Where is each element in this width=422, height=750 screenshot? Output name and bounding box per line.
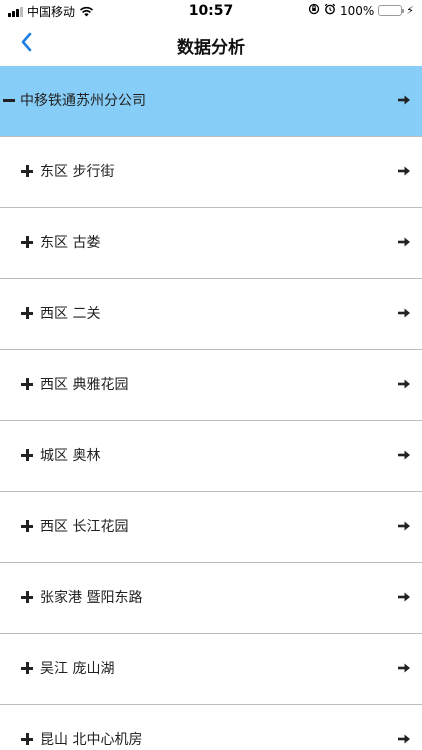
- alarm-icon: [324, 3, 336, 18]
- tree-row[interactable]: 西区 二关: [0, 279, 422, 350]
- plus-icon[interactable]: [20, 235, 34, 249]
- tree-row-label: 西区 长江花园: [40, 519, 129, 535]
- arrow-right-icon: [398, 379, 410, 389]
- tree-row[interactable]: 西区 长江花园: [0, 492, 422, 563]
- arrow-right-icon: [398, 592, 410, 602]
- minus-icon[interactable]: [2, 93, 16, 107]
- tree-row-label: 东区 步行街: [40, 164, 115, 180]
- arrow-right-icon: [398, 734, 410, 744]
- plus-icon[interactable]: [20, 448, 34, 462]
- plus-icon[interactable]: [20, 377, 34, 391]
- arrow-right-icon: [398, 521, 410, 531]
- tree-row[interactable]: 东区 步行街: [0, 137, 422, 208]
- tree-row[interactable]: 城区 奥林: [0, 421, 422, 492]
- tree-row-label: 西区 二关: [40, 306, 101, 322]
- tree-list: 中移铁通苏州分公司 东区 步行街 东区 古娄 西区 二关 西区 典雅花园 城区 …: [0, 66, 422, 750]
- plus-icon[interactable]: [20, 732, 34, 746]
- tree-row-label: 中移铁通苏州分公司: [20, 93, 146, 109]
- tree-row[interactable]: 昆山 北中心机房: [0, 705, 422, 750]
- tree-row-label: 吴江 庞山湖: [40, 661, 115, 677]
- arrow-right-icon: [398, 166, 410, 176]
- plus-icon[interactable]: [20, 519, 34, 533]
- tree-row-label: 昆山 北中心机房: [40, 732, 143, 748]
- tree-row[interactable]: 吴江 庞山湖: [0, 634, 422, 705]
- orientation-lock-icon: [308, 3, 320, 18]
- tree-row-label: 城区 奥林: [40, 448, 101, 464]
- arrow-right-icon: [398, 450, 410, 460]
- tree-row[interactable]: 张家港 暨阳东路: [0, 563, 422, 634]
- arrow-right-icon: [398, 308, 410, 318]
- status-right: 100% ⚡: [308, 3, 414, 18]
- arrow-right-icon: [398, 95, 410, 105]
- battery-icon: [378, 5, 405, 16]
- nav-bar: 数据分析: [0, 22, 422, 66]
- plus-icon[interactable]: [20, 661, 34, 675]
- arrow-right-icon: [398, 663, 410, 673]
- arrow-right-icon: [398, 237, 410, 247]
- tree-row[interactable]: 东区 古娄: [0, 208, 422, 279]
- tree-row-label: 张家港 暨阳东路: [40, 590, 143, 606]
- plus-icon[interactable]: [20, 590, 34, 604]
- battery-percent: 100%: [339, 3, 375, 18]
- charging-bolt-icon: ⚡: [406, 4, 414, 17]
- tree-row-label: 东区 古娄: [40, 235, 101, 251]
- page-title: 数据分析: [177, 38, 245, 58]
- status-bar: 中国移动 10:57 100% ⚡: [0, 0, 422, 22]
- tree-row-label: 西区 典雅花园: [40, 377, 129, 393]
- plus-icon[interactable]: [20, 306, 34, 320]
- plus-icon[interactable]: [20, 164, 34, 178]
- tree-row[interactable]: 西区 典雅花园: [0, 350, 422, 421]
- tree-row-root[interactable]: 中移铁通苏州分公司: [0, 66, 422, 137]
